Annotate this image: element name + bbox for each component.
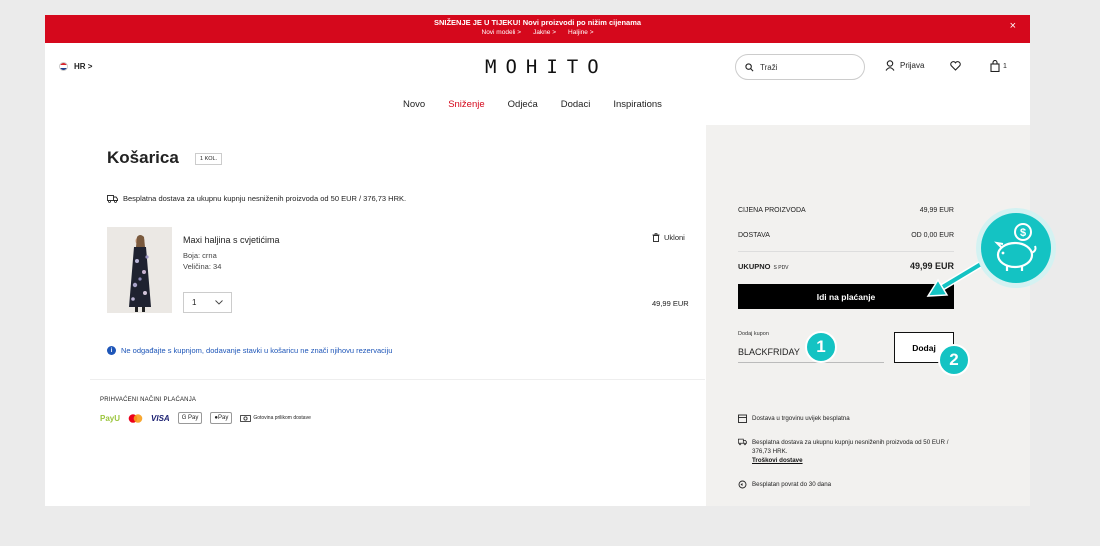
user-icon [885, 60, 895, 71]
remove-label: Ukloni [664, 233, 685, 242]
free-shipping-info: Besplatna dostava za ukupnu kupnju nesni… [107, 194, 406, 203]
truck-icon [107, 194, 118, 203]
coupon-label: Dodaj kupon [738, 331, 769, 337]
nav-item-inspirations[interactable]: Inspirations [613, 99, 662, 110]
search-icon [745, 62, 754, 71]
shipping-costs-link[interactable]: Troškovi dostave [752, 456, 953, 465]
chevron-down-icon [215, 300, 223, 305]
bag-icon [990, 60, 1000, 72]
google-pay-logo: G Pay [177, 412, 203, 424]
payu-logo: PayU [100, 413, 121, 423]
divider [90, 379, 705, 380]
payment-methods-title: PRIHVAĆENI NAČINI PLAĆANJA [100, 397, 197, 403]
store-icon [738, 414, 747, 423]
total-label-text: UKUPNO [738, 261, 771, 271]
order-summary: CIJENA PROIZVODA 49,99 EUR DOSTAVA OD 0,… [706, 125, 1030, 506]
apple-pay-label: Pay [218, 415, 229, 421]
promo-title: SNIŽENJE JE U TIJEKU! Novi proizvodi po … [433, 18, 642, 27]
step-marker-1: 1 [805, 331, 837, 363]
line-price: 49,99 EUR [652, 299, 689, 308]
benefit-free-shipping-text: Besplatna dostava za ukupnu kupnju nesni… [752, 439, 949, 455]
product-price-row: CIJENA PROIZVODA 49,99 EUR [738, 207, 954, 214]
promo-link-new[interactable]: Novi modeli > [482, 29, 522, 36]
promo-links: Novi modeli > Jakne > Haljine > [45, 29, 1030, 36]
heart-icon[interactable] [950, 61, 961, 71]
quantity-select[interactable]: 1 [183, 292, 232, 313]
product-price-label: CIJENA PROIZVODA [738, 207, 806, 214]
truck-icon [738, 438, 747, 446]
apple-pay-logo: ●Pay [210, 412, 233, 424]
promo-link-dresses[interactable]: Haljine > [568, 29, 593, 36]
info-icon: i [107, 346, 116, 355]
croatia-flag-icon [59, 62, 68, 71]
nav-item-clothing[interactable]: Odjeća [508, 99, 538, 110]
nav-item-sale[interactable]: Sniženje [448, 99, 484, 110]
dress-photo [107, 227, 172, 313]
language-selector[interactable]: HR > [59, 62, 92, 71]
reservation-note-text: Ne odgađajte s kupnjom, dodavanje stavki… [121, 346, 393, 355]
visa-logo: VISA [151, 413, 170, 423]
delivery-row: DOSTAVA OD 0,00 EUR [738, 232, 954, 239]
nav-item-new[interactable]: Novo [403, 99, 425, 110]
product-size: Veličina: 34 [183, 262, 222, 271]
benefit-free-shipping: Besplatna dostava za ukupnu kupnju nesni… [738, 438, 953, 465]
login-label: Prijava [900, 61, 925, 70]
benefit-free-returns: Besplatan povrat do 30 dana [738, 480, 831, 489]
nav-item-accessories[interactable]: Dodaci [561, 99, 591, 110]
benefit-store-text: Dostava u trgovinu uvijek besplatna [752, 415, 850, 422]
mastercard-icon [128, 413, 143, 423]
product-name[interactable]: Maxi haljina s cvjetićima [183, 235, 280, 245]
payment-methods: PayU VISA G Pay ●Pay Gotovina prilikom d… [100, 412, 311, 424]
cash-icon [240, 414, 252, 422]
benefit-free-shipping-block: Besplatna dostava za ukupnu kupnju nesni… [752, 438, 953, 465]
product-color: Boja: crna [183, 251, 217, 260]
summary-divider [738, 251, 954, 252]
promo-banner: SNIŽENJE JE U TIJEKU! Novi proizvodi po … [45, 15, 1030, 43]
remove-button[interactable]: Ukloni [652, 233, 685, 242]
cash-on-delivery-text: Gotovina prilikom dostave [253, 415, 311, 421]
free-shipping-text: Besplatna dostava za ukupnu kupnju nesni… [123, 194, 407, 203]
cart-link[interactable]: 1 [990, 60, 1007, 72]
benefit-store-delivery: Dostava u trgovinu uvijek besplatna [738, 414, 850, 423]
svg-text:$: $ [1020, 227, 1026, 239]
trash-icon [652, 233, 660, 242]
cart-count: 1 [1003, 62, 1007, 70]
product-price-value: 49,99 EUR [919, 207, 954, 214]
cash-on-delivery: Gotovina prilikom dostave [240, 413, 311, 424]
search-box[interactable] [735, 54, 865, 80]
promo-link-jackets[interactable]: Jakne > [533, 29, 556, 36]
piggy-bank-badge: $ [975, 207, 1057, 289]
main-nav: Novo Sniženje Odjeća Dodaci Inspirations [403, 99, 662, 110]
search-input[interactable] [760, 62, 850, 72]
delivery-value: OD 0,00 EUR [911, 232, 954, 239]
step-marker-2: 2 [938, 344, 970, 376]
delivery-label: DOSTAVA [738, 232, 770, 239]
close-icon[interactable]: × [1010, 21, 1016, 32]
page-title: Košarica [107, 148, 179, 167]
language-label: HR > [74, 62, 93, 71]
total-label: UKUPNO S PDV [738, 262, 789, 271]
quantity-value: 1 [192, 298, 197, 307]
return-icon [738, 480, 747, 489]
total-vat: S PDV [773, 264, 789, 271]
benefit-returns-text: Besplatan povrat do 30 dana [752, 481, 832, 488]
piggy-bank-icon: $ [976, 208, 1056, 288]
logo[interactable]: MOHITO [485, 56, 608, 78]
login-link[interactable]: Prijava [885, 60, 924, 71]
product-image[interactable] [107, 227, 172, 313]
reservation-note: i Ne odgađajte s kupnjom, dodavanje stav… [107, 346, 392, 355]
page: SNIŽENJE JE U TIJEKU! Novi proizvodi po … [45, 15, 1030, 506]
item-count-badge: 1 KOL. [195, 153, 223, 165]
